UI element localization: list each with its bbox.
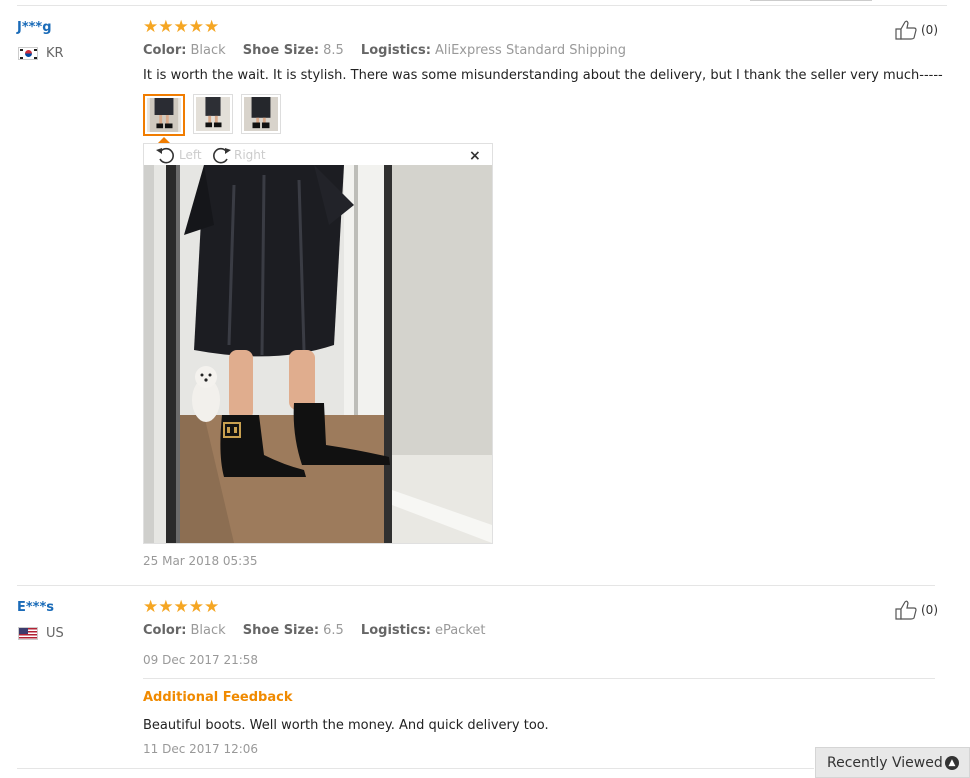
recently-viewed-tab[interactable]: Recently Viewed ▲ <box>815 747 970 778</box>
attr-label-color: Color: <box>143 43 187 58</box>
reviewer-country: US <box>18 626 64 641</box>
rotate-left-button[interactable]: Left <box>155 145 202 165</box>
helpful-button[interactable]: (0) <box>895 20 938 40</box>
helpful-count: (0) <box>921 23 938 37</box>
review-photo[interactable] <box>144 165 492 543</box>
attr-label-logistics: Logistics: <box>360 43 431 58</box>
image-viewer: Left Right × <box>143 143 493 544</box>
review-divider <box>17 585 935 586</box>
review-date: 09 Dec 2017 21:58 <box>143 653 259 667</box>
additional-feedback-text: Beautiful boots. Well worth the money. A… <box>143 718 549 733</box>
review-date: 25 Mar 2018 05:35 <box>143 554 258 568</box>
review-attributes: Color: Black Shoe Size: 8.5 Logistics: AliE… <box>143 43 639 58</box>
rotate-right-button[interactable]: Right <box>210 145 266 165</box>
review-text: It is worth the wait. It is stylish. The… <box>143 68 943 83</box>
attr-value-color: Black <box>190 623 226 638</box>
rotate-left-label: Left <box>179 148 202 162</box>
additional-feedback-date: 11 Dec 2017 12:06 <box>143 742 259 756</box>
usa-flag-icon <box>18 627 38 640</box>
recently-viewed-label: Recently Viewed <box>827 754 943 771</box>
top-tab-edge <box>750 0 872 1</box>
review-thumbnail[interactable] <box>193 94 233 134</box>
thumbs-up-icon <box>895 600 917 620</box>
attr-label-logistics: Logistics: <box>360 623 431 638</box>
attr-label-shoe-size: Shoe Size: <box>242 623 320 638</box>
additional-feedback-title: Additional Feedback <box>143 690 293 705</box>
thumbs-up-icon <box>895 20 917 40</box>
attr-value-color: Black <box>190 43 226 58</box>
top-divider <box>17 5 947 6</box>
boots-photo-thumbnail <box>147 98 181 132</box>
chevron-up-circle-icon: ▲ <box>945 755 959 770</box>
reviewer-name[interactable]: J***g <box>17 20 52 35</box>
boots-photo-thumbnail <box>196 97 230 131</box>
reviewer-country: KR <box>18 46 64 61</box>
review-attributes: Color: Black Shoe Size: 6.5 Logistics: ePac… <box>143 623 498 638</box>
country-code: KR <box>46 46 64 61</box>
boots-photo-thumbnail <box>244 97 278 131</box>
attr-value-shoe-size: 6.5 <box>323 623 344 638</box>
review-divider <box>17 768 814 769</box>
rotate-left-icon <box>156 147 174 164</box>
star-rating: ★★★★★ <box>143 597 220 617</box>
review-thumbnail[interactable] <box>143 94 185 136</box>
rotate-right-icon <box>213 147 231 164</box>
korea-flag-icon <box>18 47 38 60</box>
review-thumbnail[interactable] <box>241 94 281 134</box>
attr-value-shoe-size: 8.5 <box>323 43 344 58</box>
attr-label-color: Color: <box>143 623 187 638</box>
attr-value-logistics: AliExpress Standard Shipping <box>434 43 626 58</box>
rotate-right-label: Right <box>234 148 266 162</box>
review-thumbnails <box>143 94 281 136</box>
attr-value-logistics: ePacket <box>434 623 486 638</box>
helpful-button[interactable]: (0) <box>895 600 938 620</box>
reviewer-name[interactable]: E***s <box>17 600 54 615</box>
additional-feedback-divider <box>143 678 935 679</box>
helpful-count: (0) <box>921 603 938 617</box>
country-code: US <box>46 626 64 641</box>
viewer-close-icon[interactable]: × <box>469 148 481 164</box>
star-rating: ★★★★★ <box>143 17 220 37</box>
attr-label-shoe-size: Shoe Size: <box>242 43 320 58</box>
